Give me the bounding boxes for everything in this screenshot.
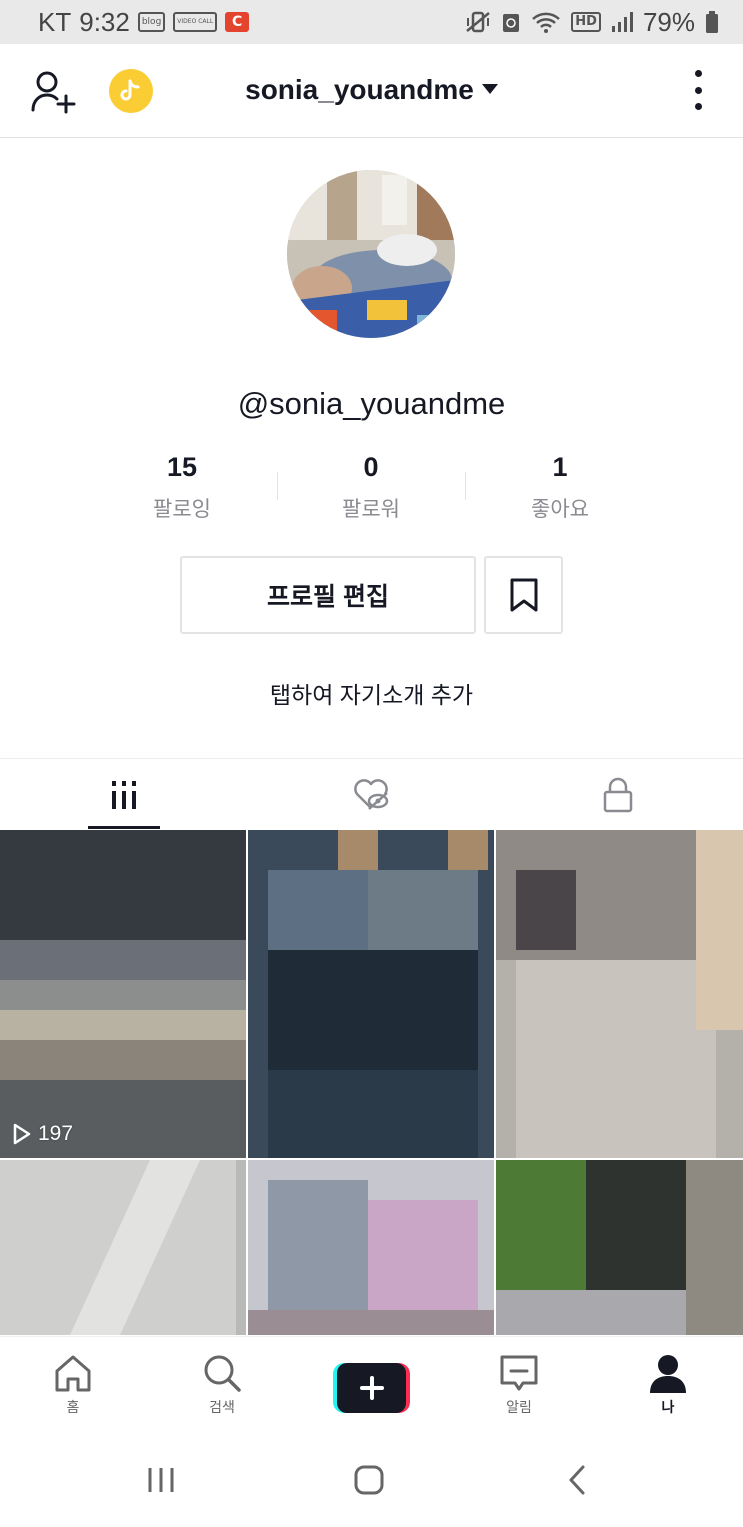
followers-stat[interactable]: 0 팔로워 (301, 452, 441, 523)
blog-notification-icon: blog (137, 12, 166, 32)
recent-apps-icon[interactable] (146, 1464, 176, 1496)
followers-count: 0 (363, 452, 379, 482)
video-call-notification-icon: VIDEO CALL (173, 12, 218, 32)
stat-divider (465, 472, 466, 500)
account-switcher[interactable]: sonia_youandme (0, 74, 743, 106)
profile-header: sonia_youandme (0, 44, 743, 138)
play-icon (13, 1123, 31, 1145)
avatar-photo (287, 170, 455, 338)
hidden-heart-icon (353, 779, 388, 810)
battery-icon (706, 11, 718, 33)
video-thumbnail[interactable] (496, 1160, 743, 1335)
bottom-navigation: 홈 검색 알림 나 (0, 1336, 743, 1428)
view-count-value: 197 (38, 1122, 74, 1145)
profile-tabs (0, 758, 743, 830)
nav-home-label: 홈 (66, 1399, 80, 1415)
following-label: 팔로잉 (153, 498, 211, 521)
tab-liked[interactable] (247, 759, 494, 831)
following-stat[interactable]: 15 팔로잉 (112, 452, 252, 523)
home-button-icon[interactable] (353, 1464, 385, 1496)
header-username: sonia_youandme (245, 74, 474, 105)
carrier-label: KT (38, 6, 72, 37)
hd-voice-icon: HD (571, 12, 601, 32)
video-thumbnail-image (496, 1160, 743, 1335)
vibrate-icon (466, 11, 491, 33)
nav-home[interactable]: 홈 (23, 1353, 123, 1417)
recycle-icon (503, 14, 520, 32)
status-bar: KT 9:32 blog VIDEO CALL C HD 79% (0, 0, 743, 44)
video-thumbnail-image (248, 1160, 494, 1335)
grid-icon (111, 781, 136, 809)
c-notification-icon: C (225, 12, 250, 32)
home-icon (55, 1355, 91, 1392)
view-count: 197 (12, 1122, 73, 1146)
profile-handle: @sonia_youandme (237, 386, 506, 421)
video-thumbnail[interactable] (248, 830, 494, 1158)
nav-search[interactable]: 검색 (172, 1353, 272, 1417)
following-count: 15 (166, 452, 198, 482)
video-thumbnail-image (0, 1160, 246, 1335)
nav-profile-label: 나 (661, 1399, 675, 1415)
followers-label: 팔로워 (342, 498, 400, 521)
video-thumbnail[interactable]: 197 (0, 830, 246, 1158)
likes-stat[interactable]: 1 좋아요 (490, 452, 630, 523)
video-thumbnail[interactable] (496, 830, 743, 1158)
avatar[interactable] (287, 170, 455, 338)
back-icon[interactable] (565, 1464, 589, 1496)
stat-divider (277, 472, 278, 500)
system-navigation-bar (0, 1428, 743, 1527)
nav-inbox[interactable]: 알림 (469, 1353, 569, 1417)
video-grid: 197 (0, 830, 743, 1335)
caret-down-icon (481, 84, 498, 94)
nav-search-label: 검색 (209, 1399, 235, 1415)
video-thumbnail-image (0, 830, 246, 1158)
create-video-button[interactable] (333, 1363, 410, 1413)
search-icon (204, 1355, 241, 1392)
video-thumbnail[interactable] (0, 1160, 246, 1335)
tab-private[interactable] (494, 759, 741, 831)
video-thumbnail-image (496, 830, 743, 1158)
edit-profile-button[interactable]: 프로필 편집 (180, 556, 476, 634)
wifi-icon (532, 12, 561, 33)
lock-icon (603, 777, 632, 813)
video-thumbnail-image (248, 830, 494, 1158)
more-options-icon[interactable] (684, 70, 712, 110)
clock: 9:32 (79, 6, 130, 37)
tab-videos[interactable] (0, 759, 247, 831)
active-tab-indicator (88, 826, 160, 829)
likes-label: 좋아요 (531, 498, 589, 521)
add-bio-link[interactable]: 탭하여 자기소개 추가 (0, 676, 743, 710)
bookmark-icon (510, 578, 537, 612)
signal-icon (611, 12, 633, 32)
favorites-button[interactable] (484, 556, 563, 634)
profile-icon (650, 1355, 686, 1393)
likes-count: 1 (552, 452, 568, 482)
video-thumbnail[interactable] (248, 1160, 494, 1335)
nav-profile[interactable]: 나 (618, 1353, 718, 1417)
battery-percent: 79% (642, 6, 695, 37)
plus-icon (359, 1376, 384, 1400)
nav-inbox-label: 알림 (506, 1399, 532, 1415)
inbox-icon (500, 1355, 538, 1391)
